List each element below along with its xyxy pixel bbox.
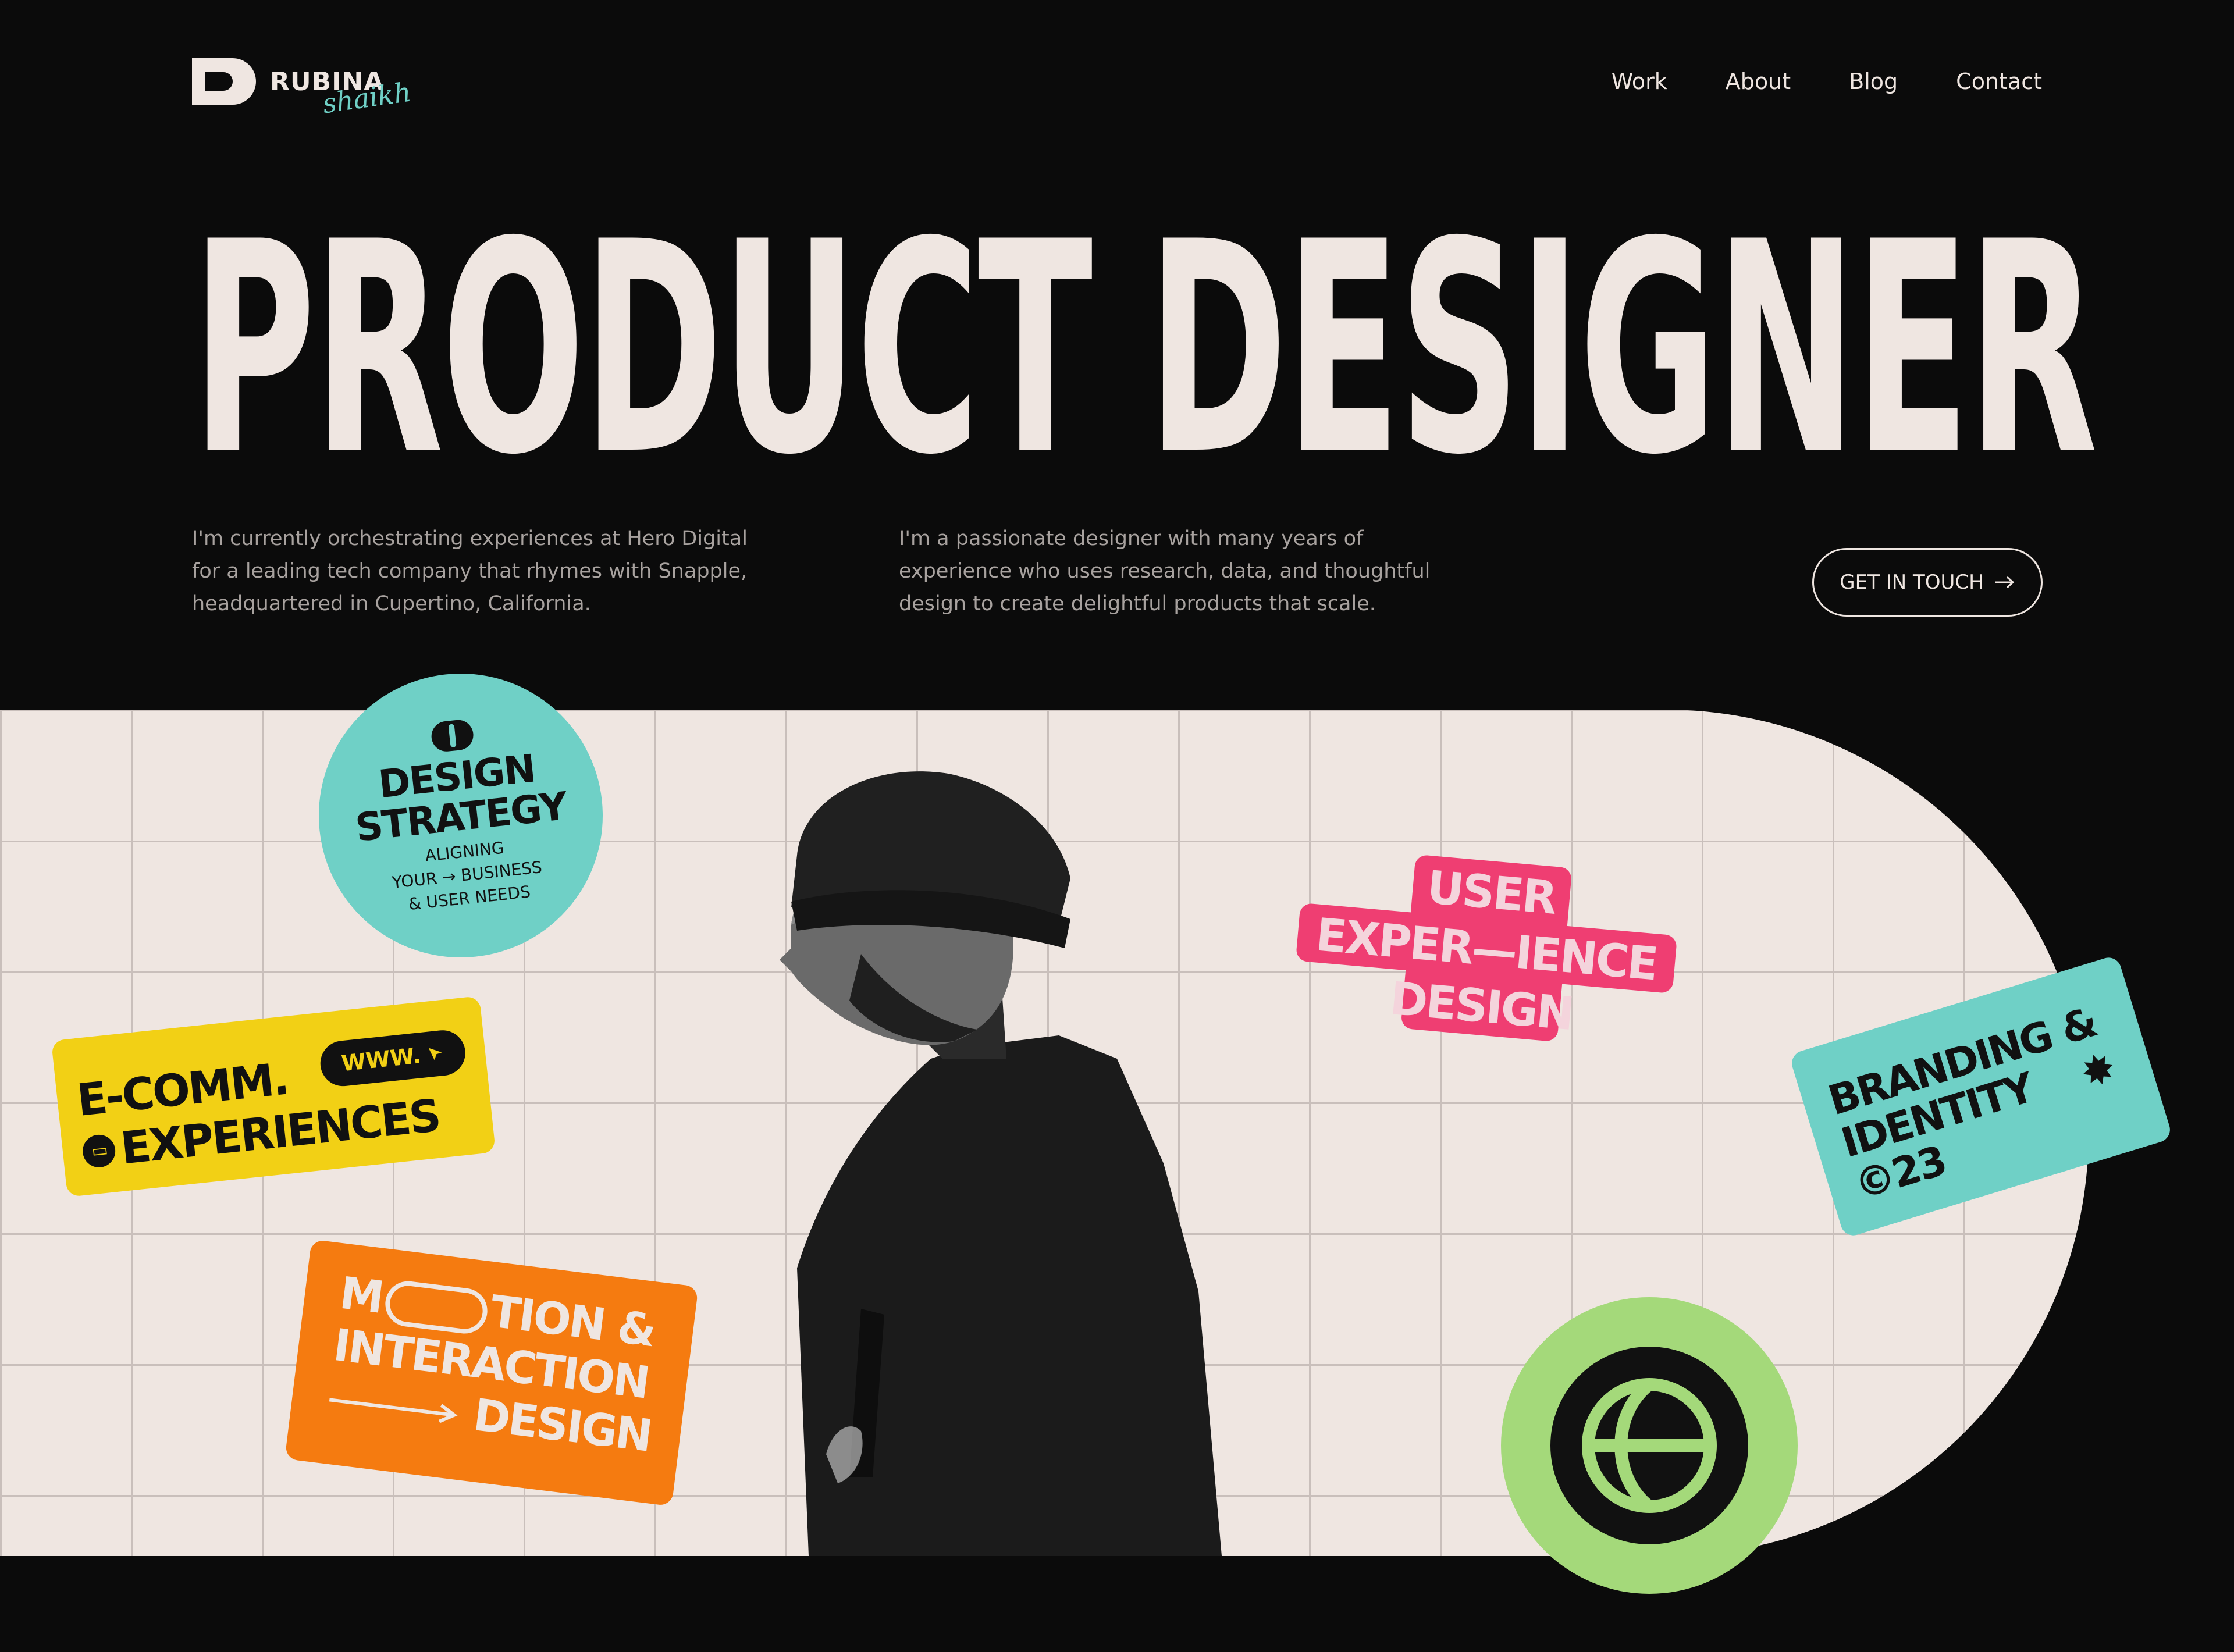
nav-contact[interactable]: Contact bbox=[1956, 69, 2042, 94]
motion-line1a: M bbox=[337, 1266, 386, 1323]
hero-title: PRODUCT DESIGNER bbox=[192, 180, 2098, 518]
globe-sticker bbox=[1501, 1297, 1798, 1594]
main-nav: Work About Blog Contact bbox=[1612, 69, 2042, 94]
intro-text-middle: I'm a passionate designer with many year… bbox=[899, 527, 1431, 615]
globe-icon bbox=[1582, 1378, 1717, 1513]
get-in-touch-label: GET IN TOUCH bbox=[1840, 571, 1984, 594]
long-arrow-icon bbox=[329, 1398, 458, 1423]
intro-text-left: I'm currently orchestrating experiences … bbox=[192, 527, 748, 615]
arrow-right-icon bbox=[1995, 576, 2014, 589]
cursor-icon bbox=[428, 1048, 442, 1060]
design-mark-icon bbox=[430, 718, 475, 753]
nav-blog[interactable]: Blog bbox=[1849, 69, 1898, 94]
monitor-icon: ▭ bbox=[81, 1133, 117, 1169]
motion-sticker: M TION & INTERACTION DESIGN bbox=[284, 1239, 699, 1507]
person-photo bbox=[780, 771, 1222, 1556]
nav-about[interactable]: About bbox=[1726, 69, 1791, 94]
logo-mark-icon bbox=[192, 58, 256, 105]
www-pill: WWW. bbox=[318, 1028, 468, 1089]
ux-sticker-text: USER EXPER—IENCE DESIGN bbox=[1290, 845, 1682, 1052]
get-in-touch-button[interactable]: GET IN TOUCH bbox=[1812, 548, 2043, 617]
ux-design-sticker: USER EXPER—IENCE DESIGN bbox=[1290, 845, 1682, 1052]
www-label: WWW. bbox=[340, 1042, 422, 1077]
nav-work[interactable]: Work bbox=[1612, 69, 1667, 94]
site-header: RUBINA shaikh Work About Blog Contact bbox=[192, 47, 2042, 119]
logo-text: RUBINA shaikh bbox=[270, 67, 413, 119]
globe-inner bbox=[1550, 1347, 1748, 1544]
logo[interactable]: RUBINA shaikh bbox=[192, 58, 413, 119]
